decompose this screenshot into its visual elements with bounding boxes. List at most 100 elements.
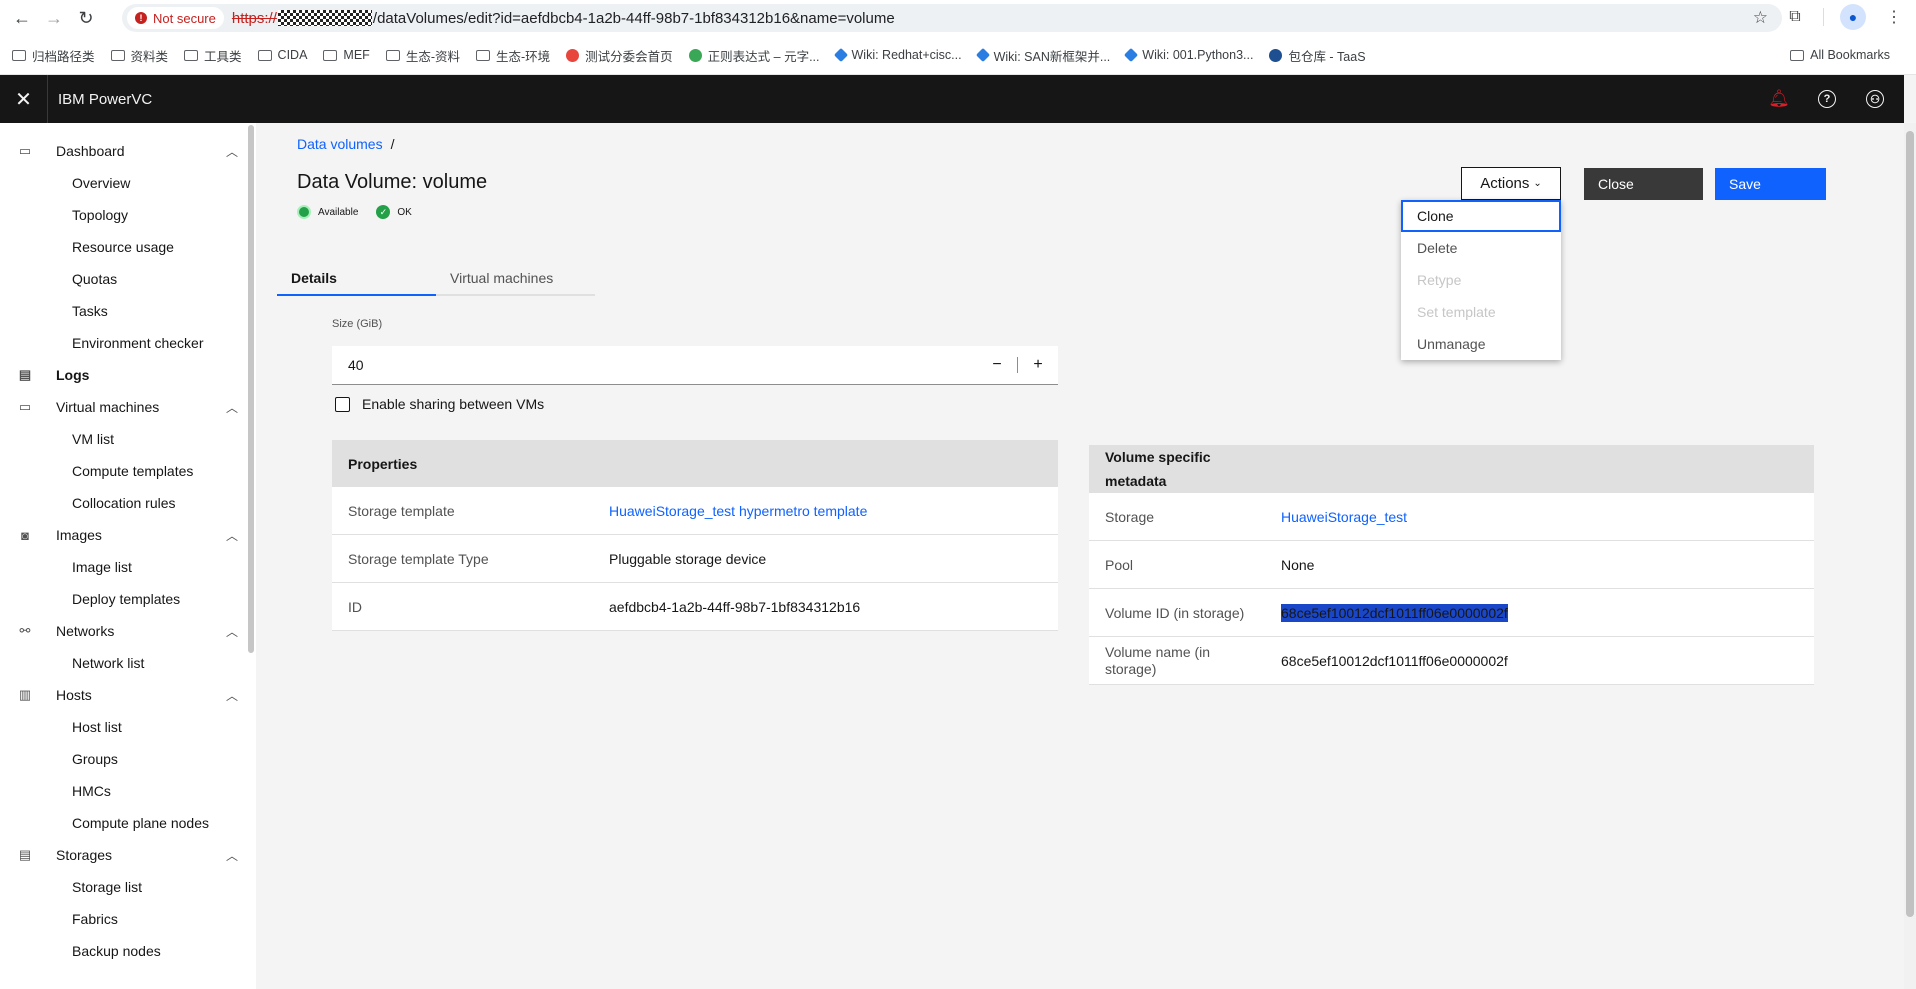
breadcrumb-separator: /: [390, 136, 395, 152]
sidebar-section-label: Logs: [56, 367, 90, 383]
increment-button[interactable]: +: [1018, 346, 1058, 385]
bookmark-link[interactable]: Wiki: Redhat+cisc...: [833, 47, 962, 63]
breadcrumb: Data volumes /: [297, 136, 394, 152]
url-path: /dataVolumes/edit?id=aefdbcb4-1a2b-44ff-…: [372, 9, 895, 27]
sidebar-item-image-list[interactable]: Image list: [0, 551, 256, 583]
extensions-icon[interactable]: ⧉: [1783, 5, 1807, 29]
bookmark-link[interactable]: Wiki: SAN新框架并...: [975, 46, 1110, 65]
bookmark-folder[interactable]: 工具类: [184, 46, 242, 65]
notification-bell-icon[interactable]: 🔔︎: [1766, 86, 1792, 112]
sidebar-section-dashboard[interactable]: ▭ Dashboard ︿: [0, 135, 256, 167]
not-secure-chip[interactable]: ! Not secure: [127, 7, 224, 29]
sidebar-section-virtual-machines[interactable]: ▭ Virtual machines ︿: [0, 391, 256, 423]
bookmark-label: 工具类: [204, 49, 242, 64]
bookmark-link[interactable]: 包仓库 - TaaS: [1269, 46, 1366, 65]
chevron-up-icon: ︿: [225, 144, 238, 159]
sidebar-section-images[interactable]: ◙ Images ︿: [0, 519, 256, 551]
monitor-icon: ▭: [18, 399, 32, 414]
help-icon[interactable]: ?: [1814, 86, 1840, 112]
sidebar-item-groups[interactable]: Groups: [0, 743, 256, 775]
bookmark-folder[interactable]: 生态-资料: [385, 46, 460, 65]
sidebar-item-quotas[interactable]: Quotas: [0, 263, 256, 295]
sidebar-section-hosts[interactable]: ▥ Hosts ︿: [0, 679, 256, 711]
bookmark-folder[interactable]: MEF: [323, 48, 370, 62]
sidebar-item-vm-list[interactable]: VM list: [0, 423, 256, 455]
size-number-input[interactable]: 40 − +: [332, 346, 1058, 385]
sidebar-item-tasks[interactable]: Tasks: [0, 295, 256, 327]
more-icon[interactable]: ⋮: [1882, 5, 1906, 29]
close-button[interactable]: Close: [1584, 168, 1703, 200]
all-bookmarks[interactable]: All Bookmarks: [1790, 48, 1890, 62]
sidebar-item-host-list[interactable]: Host list: [0, 711, 256, 743]
metadata-key: Pool: [1105, 556, 1134, 573]
bookmark-label: Wiki: 001.Python3...: [1142, 48, 1254, 62]
bookmark-folder[interactable]: 资料类: [110, 46, 168, 65]
tab-details[interactable]: Details: [277, 262, 436, 296]
sidebar-item-storage-list[interactable]: Storage list: [0, 871, 256, 903]
menu-item-set-template: Set template: [1417, 304, 1496, 320]
bookmark-folder[interactable]: 生态-环境: [475, 46, 551, 65]
sidebar-item-hmcs[interactable]: HMCs: [0, 775, 256, 807]
bookmark-star-icon[interactable]: ☆: [1753, 8, 1768, 28]
save-button[interactable]: Save: [1715, 168, 1826, 200]
scrollbar-thumb[interactable]: [1906, 131, 1914, 917]
sharing-option[interactable]: Enable sharing between VMs: [335, 396, 544, 412]
sidebar-section-networks[interactable]: ⚯ Networks ︿: [0, 615, 256, 647]
url-text[interactable]: https:// /dataVolumes/edit?id=aefdbcb4-1…: [232, 10, 895, 27]
bookmark-link[interactable]: 测试分委会首页: [566, 46, 673, 65]
menu-item-delete[interactable]: Delete: [1401, 232, 1561, 264]
sidebar-item-overview[interactable]: Overview: [0, 167, 256, 199]
sidebar-section-logs[interactable]: ▤ Logs: [0, 359, 256, 391]
sidebar-item-fabrics[interactable]: Fabrics: [0, 903, 256, 935]
sidebar-section-label: Virtual machines: [56, 399, 160, 415]
address-bar[interactable]: ! Not secure https:// /dataVolumes/edit?…: [122, 4, 1782, 32]
sidebar-item-collocation-rules[interactable]: Collocation rules: [0, 487, 256, 519]
decrement-button[interactable]: −: [977, 346, 1017, 385]
bookmark-folder[interactable]: 归档路径类: [12, 46, 95, 65]
sidebar-item-topology[interactable]: Topology: [0, 199, 256, 231]
sidebar-item-compute-templates[interactable]: Compute templates: [0, 455, 256, 487]
metadata-value-selected[interactable]: 68ce5ef10012dcf1011ff06e0000002f: [1281, 603, 1508, 622]
bookmark-label: CIDA: [277, 48, 308, 62]
metadata-key-line2: storage): [1105, 660, 1157, 677]
sharing-checkbox[interactable]: [335, 396, 350, 412]
bookmark-link[interactable]: Wiki: 001.Python3...: [1124, 47, 1254, 63]
bookmark-label: 生态-环境: [495, 49, 551, 64]
page-title: Data Volume: volume: [297, 171, 488, 193]
sidebar-item-compute-plane-nodes[interactable]: Compute plane nodes: [0, 807, 256, 839]
tab-virtual-machines[interactable]: Virtual machines: [436, 262, 595, 296]
metadata-key: Volume ID (in storage): [1105, 604, 1245, 621]
table-row: Volume name (in storage) 68ce5ef10012dcf…: [1089, 637, 1814, 685]
bookmark-folder[interactable]: CIDA: [257, 48, 308, 62]
sidebar-item-deploy-templates[interactable]: Deploy templates: [0, 583, 256, 615]
sidebar-item-environment-checker[interactable]: Environment checker: [0, 327, 256, 359]
sidebar-section-storages[interactable]: ▤ Storages ︿: [0, 839, 256, 871]
back-icon[interactable]: ←: [8, 4, 36, 32]
actions-button[interactable]: Actions ⌄: [1461, 167, 1561, 200]
bookmark-label: 测试分委会首页: [585, 49, 673, 64]
wiki-favicon-icon: [833, 47, 848, 63]
close-menu-icon[interactable]: ✕: [0, 75, 48, 123]
storage-template-link[interactable]: HuaweiStorage_test hypermetro template: [609, 503, 867, 519]
sidebar-item-backup-nodes[interactable]: Backup nodes: [0, 935, 256, 967]
forward-icon[interactable]: →: [40, 4, 68, 32]
bookmarks-bar: 归档路径类 资料类 工具类 CIDA MEF 生态-资料 生态-环境 测试分委会…: [0, 36, 1916, 75]
bookmark-label: Wiki: Redhat+cisc...: [851, 48, 962, 62]
reload-icon[interactable]: ↻: [72, 4, 100, 32]
breadcrumb-data-volumes[interactable]: Data volumes: [297, 136, 383, 152]
sidebar-item-network-list[interactable]: Network list: [0, 647, 256, 679]
sidebar-scrollbar[interactable]: [248, 125, 254, 653]
menu-item-clone[interactable]: Clone: [1401, 200, 1561, 232]
size-label: Size (GiB): [332, 318, 383, 330]
profile-icon[interactable]: ●: [1840, 4, 1866, 30]
folder-icon: [110, 49, 125, 61]
page-scrollbar[interactable]: [1904, 123, 1916, 989]
bookmark-link[interactable]: 正则表达式 – 元字...: [688, 46, 820, 65]
wiki-favicon-icon: [1124, 47, 1139, 63]
user-icon[interactable]: ⚇: [1862, 86, 1888, 112]
size-value[interactable]: 40: [332, 357, 977, 373]
bookmark-label: 正则表达式 – 元字...: [707, 49, 820, 64]
storage-link[interactable]: HuaweiStorage_test: [1281, 509, 1407, 525]
menu-item-unmanage[interactable]: Unmanage: [1401, 328, 1561, 360]
sidebar-item-resource-usage[interactable]: Resource usage: [0, 231, 256, 263]
